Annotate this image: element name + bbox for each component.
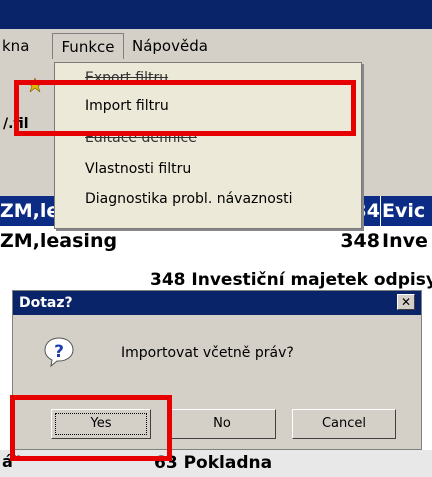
menu-okna[interactable]: kna [0,33,48,59]
column-divider [380,196,381,226]
menu-item-diagnostics[interactable]: Diagnostika probl. návaznosti [85,186,293,212]
title-bar [0,0,432,29]
highlight-box-import [14,80,356,136]
menu-bar: kna Funkce Nápověda [0,29,432,63]
row-description: Evic [382,200,426,222]
row-description: Inve [382,230,428,252]
menu-napoveda[interactable]: Nápověda [132,33,228,59]
row-number: 348 [340,230,380,252]
table-row[interactable]: ZM,leasing 348 Inve [0,226,432,258]
dialog-title-bar: Dotaz? ✕ [13,291,421,315]
menu-funkce[interactable]: Funkce [52,33,124,59]
no-button[interactable]: No [168,409,276,439]
close-icon[interactable]: ✕ [397,294,415,310]
app-window-top: kna Funkce Nápověda /.fil ZM,leasing 334… [0,0,432,258]
cancel-button[interactable]: Cancel [292,409,396,439]
menu-item-filter-properties[interactable]: Vlastnosti filtru [85,156,191,182]
svg-text:?: ? [54,342,64,362]
row-name: ZM,leasing [0,230,118,252]
app-window-bottom: 348 Investiční majetek odpisy Dotaz? ✕ ?… [0,270,432,477]
background-row-text: 348 Investiční majetek odpisy [150,270,432,290]
dialog-title: Dotaz? [19,295,73,311]
dialog-message: Importovat včetně práv? [121,345,294,361]
question-icon: ? [44,337,74,368]
highlight-box-yes [10,395,172,461]
